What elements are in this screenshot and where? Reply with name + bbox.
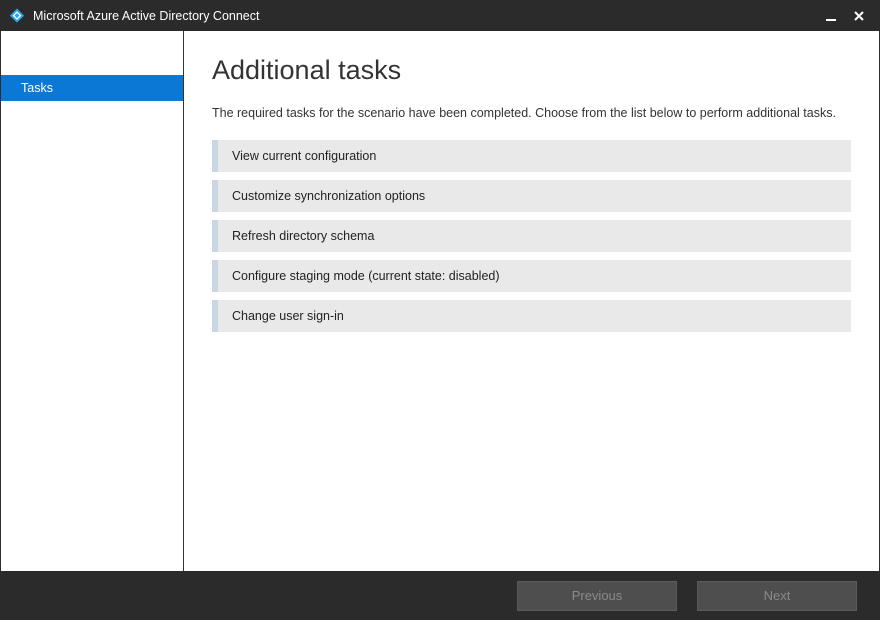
sidebar: Tasks [1, 31, 184, 571]
close-button[interactable] [845, 2, 873, 30]
next-button[interactable]: Next [697, 581, 857, 611]
button-label: Previous [572, 588, 623, 603]
task-label: Customize synchronization options [232, 189, 425, 203]
task-refresh-schema[interactable]: Refresh directory schema [212, 220, 851, 252]
app-icon [9, 8, 25, 24]
task-label: View current configuration [232, 149, 376, 163]
task-label: Refresh directory schema [232, 229, 374, 243]
sidebar-item-tasks[interactable]: Tasks [1, 75, 183, 101]
task-label: Configure staging mode (current state: d… [232, 269, 500, 283]
titlebar: Microsoft Azure Active Directory Connect [1, 1, 879, 31]
window-title: Microsoft Azure Active Directory Connect [33, 9, 259, 23]
main-panel: Additional tasks The required tasks for … [184, 31, 879, 571]
page-description: The required tasks for the scenario have… [212, 104, 842, 122]
task-staging-mode[interactable]: Configure staging mode (current state: d… [212, 260, 851, 292]
minimize-button[interactable] [817, 2, 845, 30]
task-view-config[interactable]: View current configuration [212, 140, 851, 172]
task-label: Change user sign-in [232, 309, 344, 323]
footer: Previous Next [1, 571, 879, 620]
previous-button[interactable]: Previous [517, 581, 677, 611]
sidebar-item-label: Tasks [21, 81, 53, 95]
button-label: Next [764, 588, 791, 603]
task-customize-sync[interactable]: Customize synchronization options [212, 180, 851, 212]
content-area: Tasks Additional tasks The required task… [1, 31, 879, 571]
task-change-signin[interactable]: Change user sign-in [212, 300, 851, 332]
task-list: View current configuration Customize syn… [212, 140, 851, 332]
page-title: Additional tasks [212, 55, 851, 86]
